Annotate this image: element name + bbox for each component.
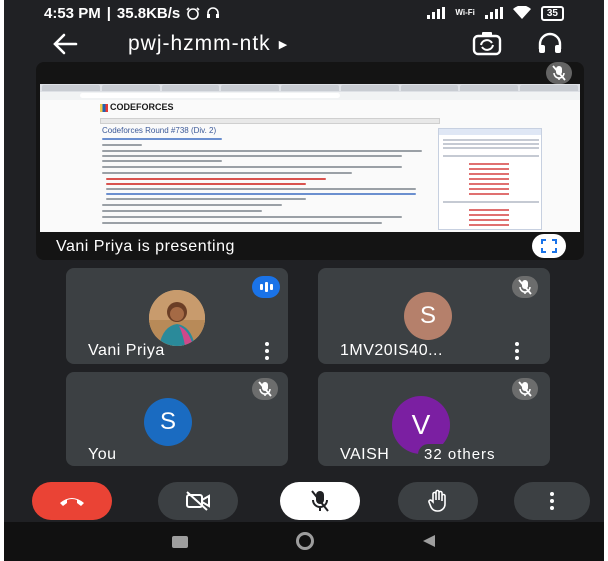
status-right: Wi-Fi 35 (427, 5, 564, 21)
wifi-calling-label: Wi-Fi (455, 8, 475, 17)
presentation-tile[interactable]: CODEFORCES Codeforces Round #738 (Div. 2… (36, 62, 584, 260)
battery-indicator: 35 (540, 5, 564, 21)
mic-off-icon (311, 490, 329, 512)
mic-off-icon (518, 279, 532, 295)
fullscreen-icon (541, 239, 557, 253)
participant-name: You (88, 446, 117, 463)
avatar-photo (149, 290, 205, 346)
more-vert-icon[interactable] (514, 342, 520, 360)
signal-icon-2 (484, 7, 503, 19)
headset-icon (207, 7, 220, 18)
avatar-letter: S (404, 292, 452, 340)
meet-screen: 4:53 PM | 35.8KB/s Wi-Fi 35 pwj-hzmm-ntk… (4, 0, 604, 561)
browser-url-bar (40, 92, 580, 100)
status-left: 4:53 PM | 35.8KB/s (44, 5, 220, 22)
presenter-label: Vani Priya is presenting (56, 238, 235, 255)
audio-output-icon[interactable] (537, 31, 563, 57)
browser-tabs (40, 84, 580, 92)
end-call-button[interactable] (32, 482, 112, 520)
signal-icon (427, 7, 446, 19)
speaking-indicator-icon (252, 276, 280, 298)
phone-frame: 4:53 PM | 35.8KB/s Wi-Fi 35 pwj-hzmm-ntk… (0, 0, 608, 561)
avatar-letter: S (144, 398, 192, 446)
shared-page-title: Codeforces Round #738 (Div. 2) (102, 126, 217, 135)
participant-mute-badge (512, 378, 538, 400)
codeforces-nav (100, 118, 440, 124)
meeting-code: pwj-hzmm-ntk (128, 32, 271, 55)
meeting-title-button[interactable]: pwj-hzmm-ntk ▶ (128, 32, 288, 56)
participant-name: VAISH (340, 446, 390, 463)
participant-tile-vani-priya[interactable]: Vani Priya (66, 268, 288, 364)
end-call-icon (60, 498, 84, 506)
switch-camera-icon[interactable] (472, 30, 502, 58)
others-label: others (447, 446, 496, 463)
participant-mute-badge (252, 378, 278, 400)
participant-name: 1MV20IS40... (340, 342, 443, 359)
presentation-mute-badge (546, 62, 572, 84)
mic-off-icon (552, 65, 566, 81)
codeforces-header: CODEFORCES (100, 102, 480, 116)
back-arrow-icon[interactable] (50, 30, 80, 58)
others-count: 32 (424, 446, 443, 463)
timer-icon (186, 7, 200, 20)
codeforces-sidebar (438, 128, 542, 230)
network-speed: 35.8KB/s (116, 4, 181, 22)
mic-toggle-button[interactable] (280, 482, 360, 520)
participant-name: Vani Priya (88, 342, 165, 359)
system-nav-bar (4, 522, 604, 561)
shared-screen: CODEFORCES Codeforces Round #738 (Div. 2… (40, 84, 580, 232)
status-separator: | (106, 4, 111, 22)
more-options-button[interactable] (514, 482, 590, 520)
caret-right-icon: ▶ (278, 38, 289, 51)
participant-tile-1mv20is40[interactable]: S 1MV20IS40... (318, 268, 550, 364)
more-vert-icon[interactable] (264, 342, 270, 360)
others-count-pill[interactable]: 32 others (418, 444, 506, 465)
status-time: 4:53 PM (44, 4, 101, 22)
camera-off-icon (186, 491, 210, 511)
back-nav-icon[interactable] (422, 534, 436, 548)
presenting-bar: Vani Priya is presenting (36, 232, 584, 260)
recents-icon[interactable] (172, 536, 188, 548)
fullscreen-button[interactable] (532, 234, 566, 258)
status-bar: 4:53 PM | 35.8KB/s Wi-Fi 35 (4, 0, 604, 26)
camera-toggle-button[interactable] (158, 482, 238, 520)
mic-off-icon (518, 381, 532, 397)
participant-tile-vaish[interactable]: V VAISH 32 others (318, 372, 550, 466)
raise-hand-button[interactable] (398, 482, 478, 520)
raise-hand-icon (428, 489, 446, 512)
home-icon[interactable] (296, 532, 314, 550)
participant-mute-badge (512, 276, 538, 298)
meeting-header: pwj-hzmm-ntk ▶ (4, 26, 604, 62)
more-options-icon (549, 492, 555, 510)
wifi-icon (512, 6, 531, 19)
mic-off-icon (258, 381, 272, 397)
participant-tile-you[interactable]: S You (66, 372, 288, 466)
codeforces-logo: CODEFORCES (100, 102, 174, 112)
